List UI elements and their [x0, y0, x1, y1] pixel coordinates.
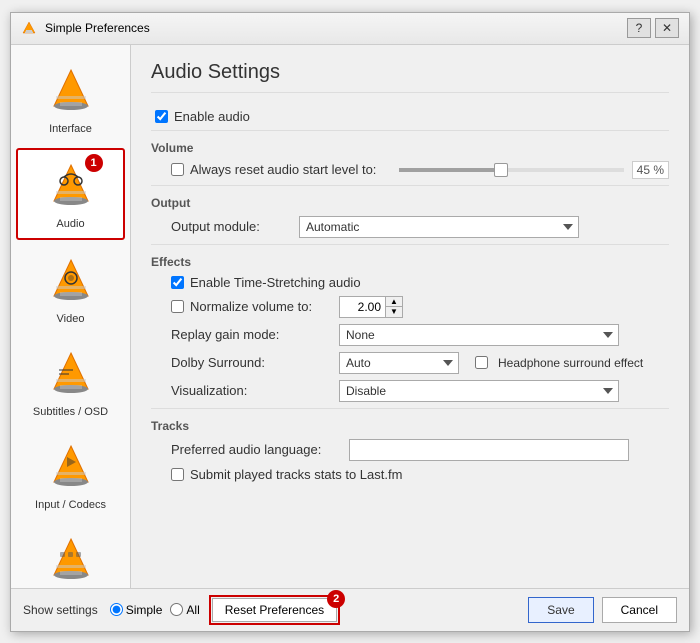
lastfm-row: Submit played tracks stats to Last.fm	[151, 467, 669, 482]
title-bar: Simple Preferences ? ✕	[11, 13, 689, 45]
show-settings-label: Show settings	[23, 603, 98, 617]
reset-preferences-button[interactable]: Reset Preferences	[212, 598, 337, 622]
preferred-lang-input[interactable]	[349, 439, 629, 461]
enable-audio-checkbox[interactable]	[155, 110, 168, 123]
volume-value: 45 %	[632, 161, 669, 179]
sidebar-item-interface[interactable]: Interface	[16, 55, 125, 143]
output-module-row: Output module: Automatic DirectX audio o…	[151, 216, 669, 238]
visualization-row: Visualization: Disable Spectrometer Scop…	[151, 380, 669, 402]
input-icon	[43, 439, 99, 495]
cancel-button[interactable]: Cancel	[602, 597, 677, 623]
radio-group: Simple All	[110, 603, 200, 617]
reset-badge: 2	[327, 590, 345, 608]
time-stretch-row: Enable Time-Stretching audio	[151, 275, 669, 290]
headphone-checkbox[interactable]	[475, 356, 488, 369]
always-reset-checkbox[interactable]	[171, 163, 184, 176]
sidebar-item-audio[interactable]: 1 Audio	[16, 148, 125, 240]
preferred-lang-label: Preferred audio language:	[171, 442, 341, 457]
footer: Show settings Simple All Reset Preferenc…	[11, 588, 689, 631]
audio-icon: 1	[43, 158, 99, 214]
dolby-row: Dolby Surround: Auto On Off Headphone su…	[151, 352, 669, 374]
normalize-row: Normalize volume to: ▲ ▼	[151, 296, 669, 318]
replay-gain-label: Replay gain mode:	[171, 327, 331, 342]
headphone-label[interactable]: Headphone surround effect	[475, 356, 643, 370]
title-bar-left: Simple Preferences	[21, 20, 150, 36]
output-section-label: Output	[151, 196, 669, 210]
subtitles-icon	[43, 346, 99, 402]
sidebar-item-video[interactable]: Video	[16, 245, 125, 333]
simple-radio[interactable]	[110, 603, 123, 616]
volume-slider-container: 45 %	[399, 161, 669, 179]
time-stretch-label[interactable]: Enable Time-Stretching audio	[171, 275, 361, 290]
time-stretch-checkbox[interactable]	[171, 276, 184, 289]
enable-audio-label[interactable]: Enable audio	[155, 109, 275, 124]
lastfm-checkbox[interactable]	[171, 468, 184, 481]
dolby-select[interactable]: Auto On Off	[339, 352, 459, 374]
visualization-select[interactable]: Disable Spectrometer Scope VU Meter	[339, 380, 619, 402]
audio-badge: 1	[85, 154, 103, 172]
spin-up[interactable]: ▲	[386, 297, 402, 307]
close-button[interactable]: ✕	[655, 18, 679, 38]
sidebar-item-interface-label: Interface	[49, 123, 92, 135]
spin-arrows: ▲ ▼	[385, 297, 402, 317]
reset-btn-wrapper: Reset Preferences 2	[212, 598, 337, 622]
footer-right: Save Cancel	[528, 597, 677, 623]
visualization-label: Visualization:	[171, 383, 331, 398]
main-panel: Audio Settings Enable audio Volume Alway…	[131, 45, 689, 588]
normalize-spin: ▲ ▼	[339, 296, 403, 318]
all-radio[interactable]	[170, 603, 183, 616]
sidebar-item-subtitles[interactable]: Subtitles / OSD	[16, 338, 125, 426]
output-module-select[interactable]: Automatic DirectX audio output WaveOut a…	[299, 216, 579, 238]
lastfm-label[interactable]: Submit played tracks stats to Last.fm	[171, 467, 402, 482]
normalize-label[interactable]: Normalize volume to:	[171, 299, 331, 314]
vlc-title-icon	[21, 20, 37, 36]
replay-gain-select[interactable]: None Track Album	[339, 324, 619, 346]
main-window: Simple Preferences ? ✕ Interface	[10, 12, 690, 632]
effects-section-label: Effects	[151, 255, 669, 269]
sidebar-item-input[interactable]: Input / Codecs	[16, 431, 125, 519]
preferred-lang-row: Preferred audio language:	[151, 439, 669, 461]
sidebar-item-hotkeys[interactable]: Hotkeys	[16, 524, 125, 588]
video-icon	[43, 253, 99, 309]
normalize-input[interactable]	[340, 298, 385, 316]
sidebar-item-subtitles-label: Subtitles / OSD	[33, 406, 108, 418]
replay-gain-row: Replay gain mode: None Track Album	[151, 324, 669, 346]
enable-audio-row: Enable audio	[151, 109, 669, 124]
title-bar-controls: ? ✕	[627, 18, 679, 38]
always-reset-label[interactable]: Always reset audio start level to:	[171, 162, 391, 177]
tracks-section-label: Tracks	[151, 419, 669, 433]
spin-down[interactable]: ▼	[386, 307, 402, 317]
simple-radio-label[interactable]: Simple	[110, 603, 163, 617]
save-button[interactable]: Save	[528, 597, 593, 623]
content-area: Interface 1 Audi	[11, 45, 689, 588]
output-module-label: Output module:	[171, 219, 291, 234]
main-panel-title: Audio Settings	[151, 61, 669, 93]
help-button[interactable]: ?	[627, 18, 651, 38]
hotkeys-icon	[43, 532, 99, 588]
always-reset-row: Always reset audio start level to: 45 %	[151, 161, 669, 179]
sidebar: Interface 1 Audi	[11, 45, 131, 588]
footer-left: Show settings Simple All Reset Preferenc…	[23, 598, 337, 622]
window-title: Simple Preferences	[45, 21, 150, 35]
sidebar-item-video-label: Video	[57, 313, 85, 325]
interface-icon	[43, 63, 99, 119]
sidebar-item-audio-label: Audio	[56, 218, 84, 230]
volume-slider[interactable]	[399, 168, 624, 172]
volume-section-label: Volume	[151, 141, 669, 155]
dolby-label: Dolby Surround:	[171, 355, 331, 370]
sidebar-item-input-label: Input / Codecs	[35, 499, 106, 511]
normalize-checkbox[interactable]	[171, 300, 184, 313]
all-radio-label[interactable]: All	[170, 603, 199, 617]
